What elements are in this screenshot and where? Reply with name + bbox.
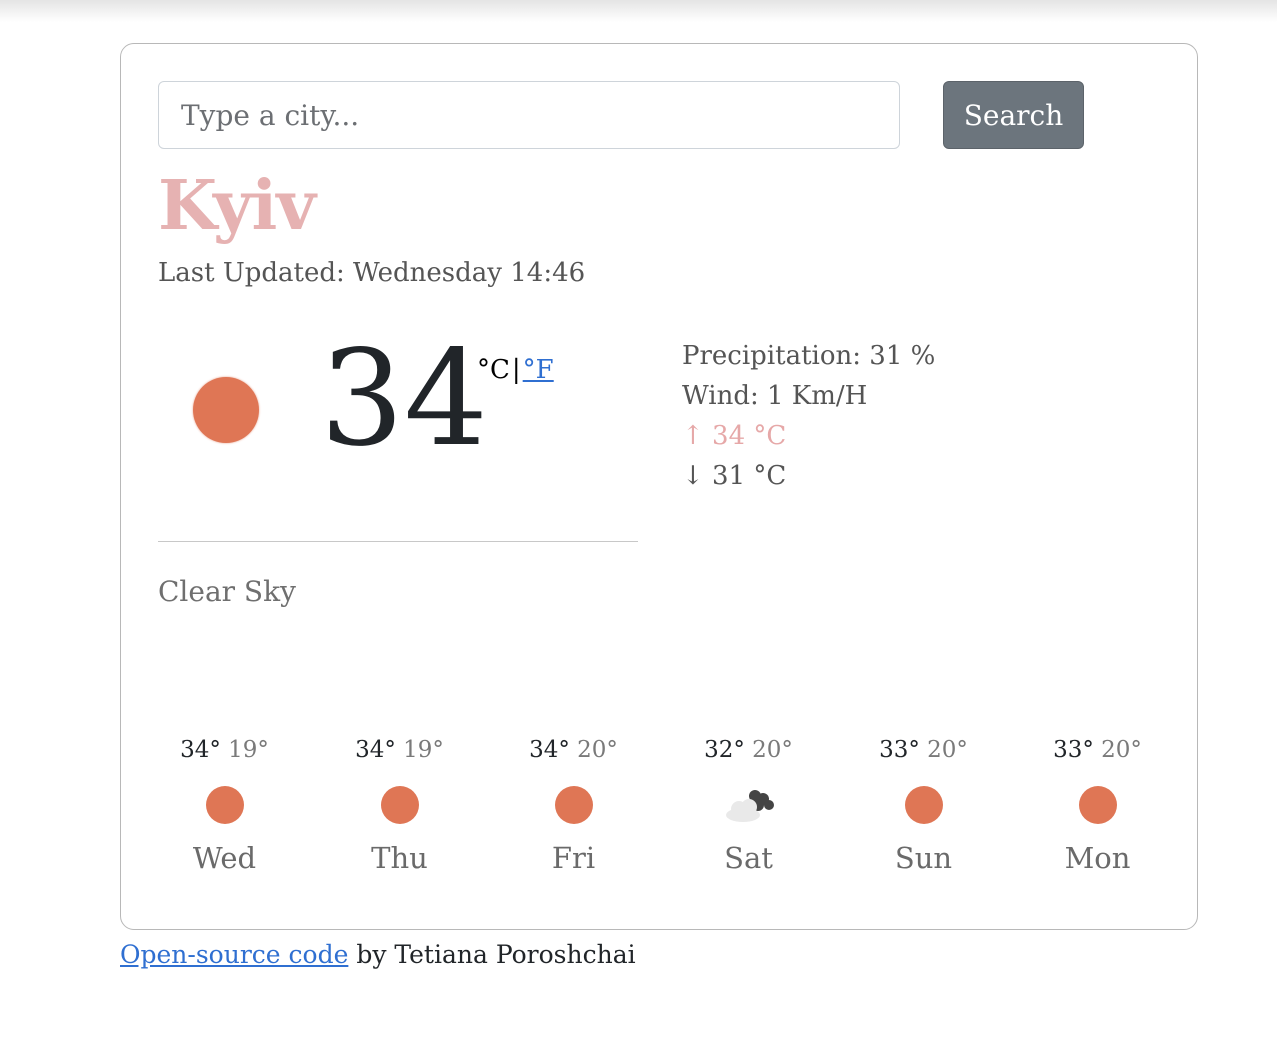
forecast-temps: 34° 19° bbox=[312, 736, 487, 764]
forecast-max: 33° bbox=[879, 737, 920, 763]
divider bbox=[158, 541, 638, 542]
forecast-day-name: Sun bbox=[894, 841, 953, 875]
current-temperature: 34 bbox=[320, 322, 488, 476]
forecast-day-name: Sat bbox=[724, 841, 773, 875]
forecast-day-name: Wed bbox=[192, 841, 257, 875]
unit-toggle: °C|°F bbox=[477, 355, 554, 385]
max-temperature: ↑ 34 °C bbox=[682, 421, 787, 451]
precipitation: Precipitation: 31 % bbox=[682, 341, 936, 371]
weather-details: Precipitation: 31 % Wind: 1 Km/H ↑ 34 °C… bbox=[682, 336, 935, 496]
forecast-day-name: Thu bbox=[371, 841, 428, 875]
forecast-day: 34° 19° Thu bbox=[312, 736, 487, 876]
forecast-day: 32° 20° Sat bbox=[661, 736, 836, 876]
forecast-temps: 34° 19° bbox=[137, 736, 312, 764]
weather-description: Clear Sky bbox=[158, 575, 296, 608]
forecast-day-name: Fri bbox=[551, 841, 596, 875]
forecast-max: 32° bbox=[704, 737, 745, 763]
fahrenheit-link[interactable]: °F bbox=[523, 355, 554, 385]
search-button[interactable]: Search bbox=[943, 81, 1084, 149]
forecast-min: 19° bbox=[403, 737, 444, 763]
cloud-icon bbox=[725, 790, 774, 822]
forecast-min: 20° bbox=[577, 737, 618, 763]
sun-icon bbox=[904, 786, 943, 824]
forecast-min: 20° bbox=[1101, 737, 1142, 763]
forecast-temps: 33° 20° bbox=[1010, 736, 1185, 764]
weather-card: Search Kyiv Last Updated: Wednesday 14:4… bbox=[120, 43, 1198, 930]
forecast-day: 33° 20° Mon bbox=[1010, 736, 1185, 876]
forecast-max: 33° bbox=[1053, 737, 1094, 763]
forecast-min: 19° bbox=[228, 737, 269, 763]
sun-icon bbox=[380, 786, 419, 824]
city-search-input[interactable] bbox=[158, 81, 900, 149]
forecast-min: 20° bbox=[927, 737, 968, 763]
top-shadow bbox=[0, 0, 1277, 22]
last-updated: Last Updated: Wednesday 14:46 bbox=[158, 258, 586, 288]
forecast-min: 20° bbox=[752, 737, 793, 763]
sun-icon bbox=[193, 377, 259, 443]
wind: Wind: 1 Km/H bbox=[682, 381, 868, 411]
sun-icon bbox=[1078, 786, 1117, 824]
city-name: Kyiv bbox=[158, 166, 316, 246]
unit-separator: | bbox=[511, 355, 521, 385]
sun-icon bbox=[554, 786, 593, 824]
footer: Open-source code by Tetiana Poroshchai bbox=[120, 940, 636, 969]
forecast-max: 34° bbox=[355, 737, 396, 763]
forecast: 34° 19° Wed 34° 19° Thu 34° 20° Fri 32° … bbox=[137, 736, 1185, 896]
sun-icon bbox=[205, 786, 244, 824]
forecast-temps: 34° 20° bbox=[486, 736, 661, 764]
celsius-unit: °C bbox=[477, 355, 510, 385]
forecast-day: 34° 20° Fri bbox=[486, 736, 661, 876]
forecast-day-name: Mon bbox=[1064, 841, 1131, 875]
forecast-day: 33° 20° Sun bbox=[836, 736, 1011, 876]
min-temperature: ↓ 31 °C bbox=[682, 461, 787, 491]
forecast-max: 34° bbox=[180, 737, 221, 763]
source-code-link[interactable]: Open-source code bbox=[120, 940, 348, 969]
forecast-day: 34° 19° Wed bbox=[137, 736, 312, 876]
forecast-temps: 33° 20° bbox=[836, 736, 1011, 764]
forecast-max: 34° bbox=[529, 737, 570, 763]
forecast-temps: 32° 20° bbox=[661, 736, 836, 764]
footer-author: by Tetiana Poroshchai bbox=[348, 940, 636, 969]
